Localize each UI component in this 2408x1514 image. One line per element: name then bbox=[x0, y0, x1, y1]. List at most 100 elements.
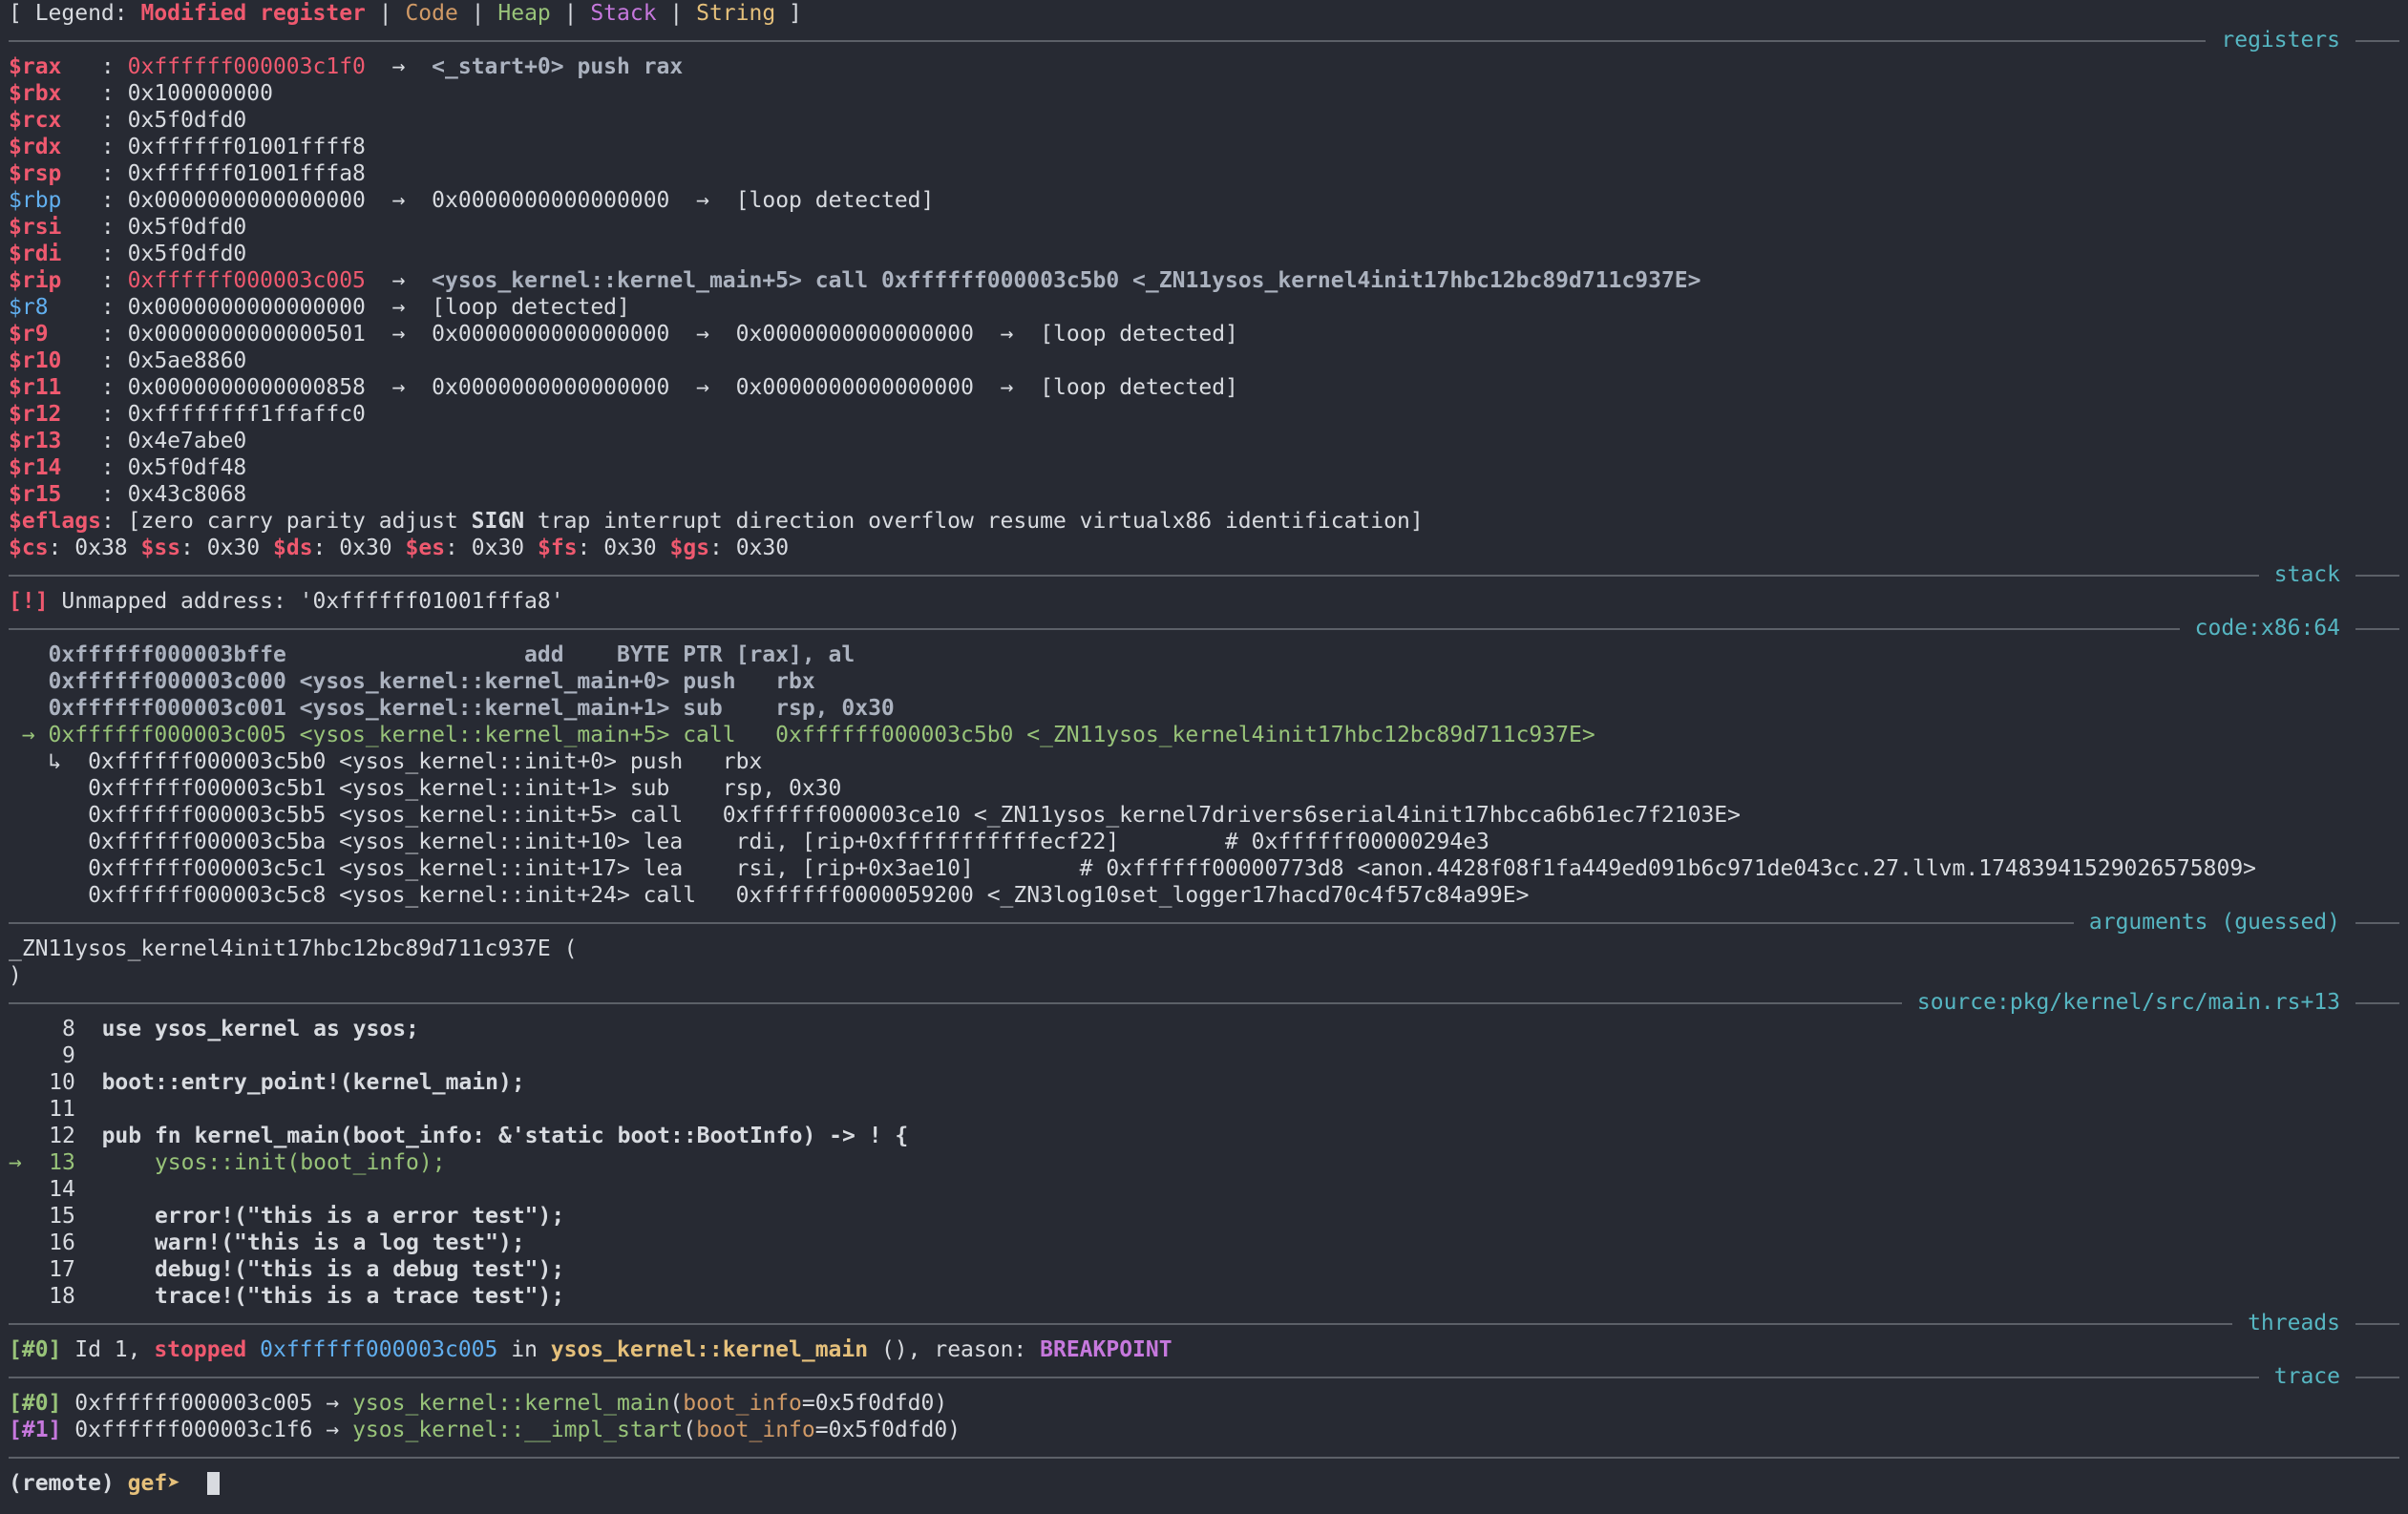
chain-space bbox=[669, 322, 696, 347]
prompt-remote: (remote) bbox=[9, 1471, 128, 1496]
segment-colon: : bbox=[312, 536, 340, 560]
register-name: $rip bbox=[9, 268, 62, 293]
line-marker-space bbox=[9, 1097, 22, 1122]
register-colon: : bbox=[61, 482, 128, 507]
thread-id: Id 1, bbox=[61, 1337, 155, 1362]
code-separator: code:x86:64 bbox=[9, 615, 2399, 641]
register-name: $r14 bbox=[9, 455, 62, 480]
register-row: $rbp : 0x0000000000000000 → 0x0000000000… bbox=[9, 187, 2399, 214]
segment-colon: : bbox=[48, 536, 75, 560]
thread-in: in bbox=[497, 1337, 551, 1362]
register-colon: : bbox=[61, 348, 128, 373]
current-instruction: → 0xffffff000003c005 <ysos_kernel::kerne… bbox=[9, 723, 1595, 747]
register-row: $r15 : 0x43c8068 bbox=[9, 481, 2399, 508]
chain-space bbox=[405, 54, 432, 79]
instruction-line: 0xffffff000003c5c1 <ysos_kernel::init+17… bbox=[9, 856, 2257, 881]
registers-separator: registers bbox=[9, 27, 2399, 53]
segment-register-value: 0x30 bbox=[471, 536, 525, 560]
legend-open: [ Legend: bbox=[9, 1, 141, 26]
frame-arg-value: =0x5f0dfd0) bbox=[814, 1418, 961, 1442]
chain-space bbox=[709, 322, 736, 347]
chain-space bbox=[405, 268, 432, 293]
instruction-line: 0xffffff000003c5b1 <ysos_kernel::init+1>… bbox=[9, 776, 842, 801]
segment-colon: : bbox=[180, 536, 207, 560]
stack-title: stack bbox=[2258, 561, 2355, 588]
register-value: 0x0000000000000501 bbox=[127, 322, 366, 347]
arguments-line: _ZN11ysos_kernel4init17hbc12bc89d711c937… bbox=[9, 936, 578, 961]
register-name: $rax bbox=[9, 54, 62, 79]
chain-space bbox=[405, 295, 432, 320]
deref-arrow: → bbox=[391, 322, 406, 347]
trace-title: trace bbox=[2258, 1363, 2355, 1390]
register-row: $rcx : 0x5f0dfd0 bbox=[9, 107, 2399, 134]
segment-register-name: $es bbox=[405, 536, 446, 560]
line-number: 16 bbox=[49, 1230, 75, 1255]
line-marker-space bbox=[9, 1043, 22, 1068]
instruction-line: 0xffffff000003c5ba <ysos_kernel::init+10… bbox=[9, 830, 1489, 854]
segment-register-name: $gs bbox=[669, 536, 710, 560]
command-prompt[interactable]: (remote) gef➤ bbox=[9, 1470, 2399, 1497]
register-row: $r11 : 0x0000000000000858 → 0x0000000000… bbox=[9, 374, 2399, 401]
register-deref-value: 0x0000000000000000 bbox=[735, 375, 974, 400]
text-cursor[interactable] bbox=[206, 1472, 220, 1495]
register-colon: : bbox=[61, 108, 128, 133]
register-name: $rbp bbox=[9, 188, 62, 213]
deref-arrow: → bbox=[696, 375, 709, 400]
legend-sep: | bbox=[457, 1, 498, 26]
legend-line: [ Legend: Modified register | Code | Hea… bbox=[9, 0, 2399, 27]
segment-colon: : bbox=[445, 536, 472, 560]
thread-function: ysos_kernel::kernel_main bbox=[550, 1337, 869, 1362]
register-row: $r12 : 0xffffffff1ffaffc0 bbox=[9, 401, 2399, 428]
register-colon: : bbox=[61, 402, 128, 427]
separator-rule bbox=[9, 922, 2399, 924]
frame-gap bbox=[313, 1391, 327, 1416]
line-number: 17 bbox=[49, 1257, 75, 1282]
thread-reason: BREAKPOINT bbox=[1040, 1337, 1172, 1362]
code-title: code:x86:64 bbox=[2179, 615, 2355, 641]
line-number: 8 bbox=[62, 1017, 75, 1041]
register-row: $rax : 0xffffff000003c1f0 → <_start+0> p… bbox=[9, 53, 2399, 80]
source-line: 11 bbox=[9, 1096, 2399, 1123]
legend-heap: Heap bbox=[497, 1, 551, 26]
thread-line: [#0] Id 1, stopped 0xffffff000003c005 in… bbox=[9, 1336, 2399, 1363]
register-name: $r13 bbox=[9, 429, 62, 453]
current-line-marker: → bbox=[9, 1150, 22, 1175]
frame-function: ysos_kernel::kernel_main bbox=[352, 1391, 670, 1416]
arguments-close-line: ) bbox=[9, 963, 22, 988]
frame-gap bbox=[313, 1418, 327, 1442]
deref-arrow: → bbox=[1000, 375, 1014, 400]
instruction-line: 0xffffff000003c5b5 <ysos_kernel::init+5>… bbox=[9, 803, 1741, 828]
segment-register-value: 0x30 bbox=[206, 536, 261, 560]
chain-space bbox=[1013, 375, 1040, 400]
register-colon: : bbox=[61, 455, 128, 480]
frame-arg-name: boot_info bbox=[696, 1418, 815, 1442]
eflags-colon: : bbox=[100, 509, 128, 534]
register-name: $r11 bbox=[9, 375, 62, 400]
instruction-line: 0xffffff000003c001 <ysos_kernel::kernel_… bbox=[9, 696, 895, 721]
register-colon: : bbox=[48, 295, 128, 320]
deref-arrow: → bbox=[391, 54, 406, 79]
legend-stack: Stack bbox=[590, 1, 657, 26]
register-row: $rbx : 0x100000000 bbox=[9, 80, 2399, 107]
register-deref-value: 0x0000000000000000 bbox=[432, 322, 670, 347]
source-code: use ysos_kernel as ysos; bbox=[101, 1017, 419, 1041]
register-value: 0x5f0df48 bbox=[127, 455, 247, 480]
arguments-title: arguments (guessed) bbox=[2073, 909, 2355, 936]
deref-arrow: → bbox=[696, 322, 709, 347]
register-colon: : bbox=[61, 188, 128, 213]
segment-gap bbox=[657, 536, 670, 560]
register-name: $rbx bbox=[9, 81, 62, 106]
stack-separator: stack bbox=[9, 561, 2399, 588]
frame-paren: ( bbox=[683, 1418, 697, 1442]
source-code: trace!("this is a trace test"); bbox=[101, 1284, 565, 1309]
chain-space bbox=[405, 375, 432, 400]
eflags-flags-after: trap interrupt direction overflow resume… bbox=[524, 509, 1424, 534]
chain-space bbox=[709, 375, 736, 400]
chain-space bbox=[669, 375, 696, 400]
source-line: 8 use ysos_kernel as ysos; bbox=[9, 1016, 2399, 1042]
